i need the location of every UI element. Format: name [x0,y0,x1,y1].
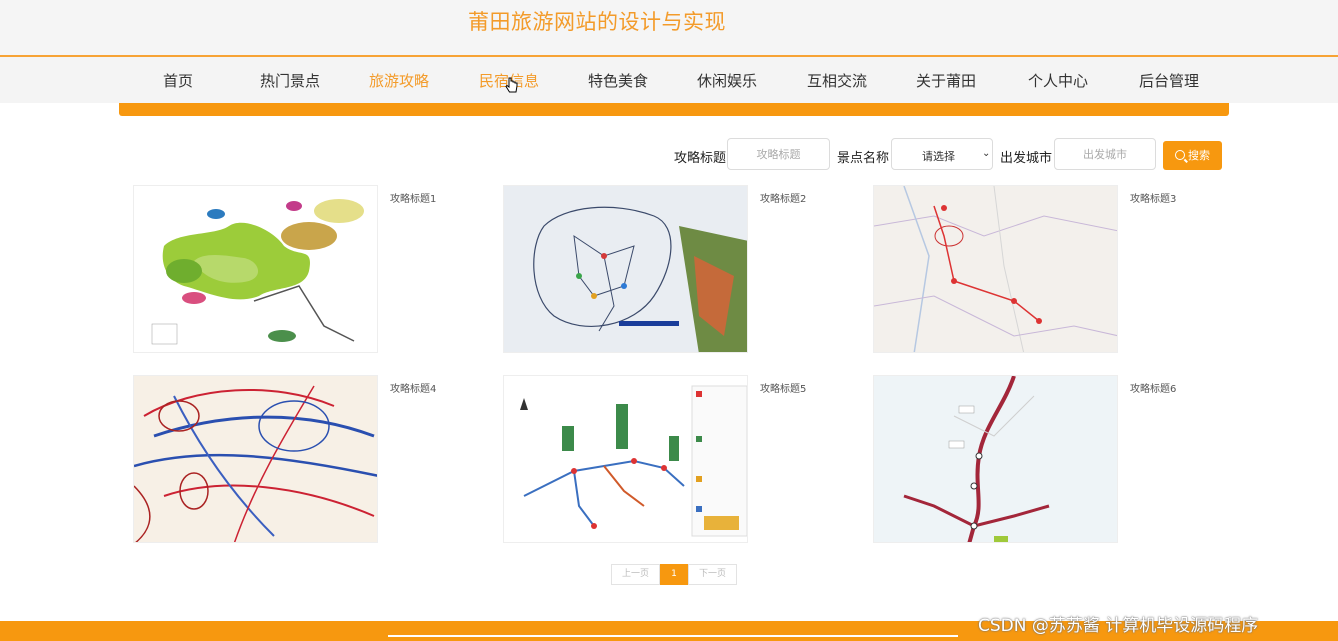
site-title: 莆田旅游网站的设计与实现 [468,10,726,34]
guide-title-input[interactable] [727,138,830,170]
guide-title-label: 攻略标题 [674,151,727,166]
guide-card[interactable]: 攻略标题6 [873,375,1213,545]
nav-item-about[interactable]: 关于莆田 [891,70,1001,91]
guide-card-image[interactable] [503,185,748,353]
nav-accent-bar [119,103,1229,116]
next-page-button[interactable]: 下一页 [688,564,737,585]
search-button[interactable]: 搜索 [1163,141,1222,170]
nav-item-home[interactable]: 首页 [123,70,233,91]
nav-item-forum[interactable]: 互相交流 [782,70,892,91]
guide-card-image[interactable] [133,375,378,543]
search-icon [1175,150,1185,160]
main-nav: 首页 热门景点 旅游攻略 民宿信息 特色美食 休闲娱乐 互相交流 关于莆田 个人… [0,57,1338,103]
guide-card-image[interactable] [873,375,1118,543]
nav-item-guides[interactable]: 旅游攻略 [344,70,454,91]
guide-card-title[interactable]: 攻略标题3 [1130,190,1176,205]
departure-city-label: 出发城市 [1000,151,1053,166]
footer-divider [388,635,958,637]
guide-card-title[interactable]: 攻略标题6 [1130,380,1176,395]
site-header: 莆田旅游网站的设计与实现 [0,0,1338,57]
nav-item-leisure[interactable]: 休闲娱乐 [672,70,782,91]
nav-item-user-center[interactable]: 个人中心 [1003,70,1113,91]
watermark-text: CSDN @苏苏酱 计算机毕设源码程序 [978,616,1259,636]
hand-cursor-icon [505,77,518,93]
guide-card-image[interactable] [503,375,748,543]
guide-card[interactable]: 攻略标题5 [503,375,843,545]
departure-city-input[interactable] [1054,138,1156,170]
guide-card-title[interactable]: 攻略标题4 [390,380,436,395]
guide-card[interactable]: 攻略标题1 [133,185,473,355]
guide-card-title[interactable]: 攻略标题1 [390,190,436,205]
spot-name-label: 景点名称 [837,151,890,166]
guide-card-title[interactable]: 攻略标题2 [760,190,806,205]
guide-card-image[interactable] [873,185,1118,353]
search-button-label: 搜索 [1188,149,1210,162]
guide-card[interactable]: 攻略标题2 [503,185,843,355]
guide-card[interactable]: 攻略标题3 [873,185,1213,355]
spot-select-value: 请选择 [922,150,955,163]
guide-card-title[interactable]: 攻略标题5 [760,380,806,395]
guide-card[interactable]: 攻略标题4 [133,375,473,545]
spot-name-select[interactable]: 请选择 [891,138,993,170]
current-page-button[interactable]: 1 [660,564,688,585]
nav-item-hot-spots[interactable]: 热门景点 [235,70,345,91]
chevron-down-icon: ⌄ [982,148,991,159]
nav-item-admin[interactable]: 后台管理 [1114,70,1224,91]
guide-card-image[interactable] [133,185,378,353]
nav-item-food[interactable]: 特色美食 [563,70,673,91]
prev-page-button[interactable]: 上一页 [611,564,660,585]
